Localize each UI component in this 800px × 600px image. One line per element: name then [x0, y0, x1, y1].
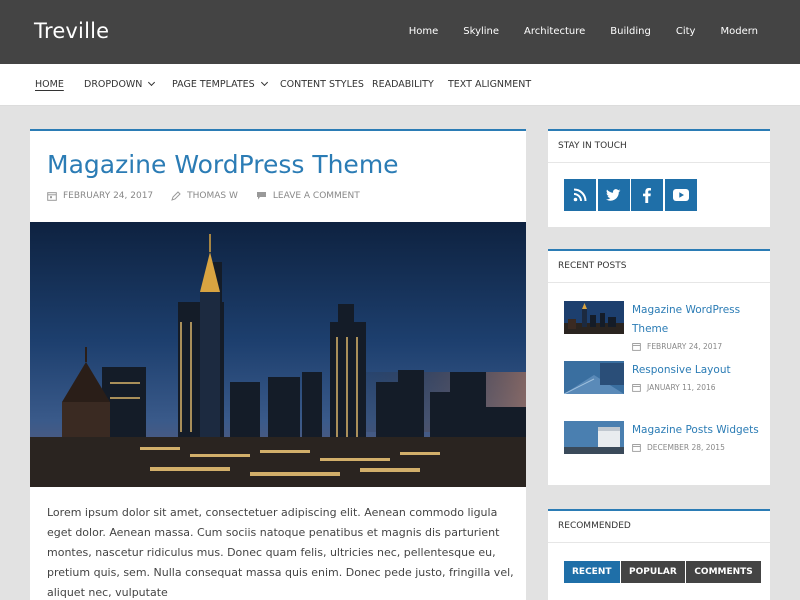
recent-post-thumbnail[interactable]	[564, 301, 624, 334]
widget-recent-posts: RECENT POSTS Magazine WordPress Theme FE…	[548, 249, 770, 485]
recent-post-date: DECEMBER 28, 2015	[632, 443, 762, 452]
recent-post-date: JANUARY 11, 2016	[632, 383, 762, 392]
site-title[interactable]: Treville	[34, 19, 109, 43]
main-nav-home-label: HOME	[35, 79, 64, 90]
calendar-icon	[632, 343, 641, 351]
post-date-text: FEBRUARY 24, 2017	[63, 191, 154, 201]
main-nav-readability[interactable]: READABILITY	[372, 79, 434, 90]
post-featured-image[interactable]	[30, 222, 526, 487]
site-header: Treville Home Skyline Architecture Build…	[0, 0, 800, 64]
recent-post-title[interactable]: Magazine Posts Widgets	[632, 421, 762, 440]
main-nav-text-alignment[interactable]: TEXT ALIGNMENT	[448, 79, 531, 90]
widget-title: RECENT POSTS	[548, 251, 770, 283]
post-author[interactable]: THOMAS W	[171, 191, 238, 201]
top-nav-skyline[interactable]: Skyline	[463, 26, 499, 37]
widget-title: RECOMMENDED	[548, 511, 770, 543]
post-excerpt: Lorem ipsum dolor sit amet, consectetuer…	[47, 506, 514, 599]
recent-post-text: Responsive Layout JANUARY 11, 2016	[632, 361, 762, 394]
rss-icon[interactable]	[564, 179, 596, 211]
post-comments-text: LEAVE A COMMENT	[272, 191, 360, 201]
widget-recommended: RECOMMENDED RECENT POPULAR COMMENTS	[548, 509, 770, 600]
pencil-icon	[171, 191, 181, 201]
main-nav-home[interactable]: HOME	[35, 79, 64, 90]
recent-post-text: Magazine Posts Widgets DECEMBER 28, 2015	[632, 421, 762, 454]
facebook-icon[interactable]	[631, 179, 663, 211]
recent-post-date: FEBRUARY 24, 2017	[632, 342, 762, 351]
tab-recent[interactable]: RECENT	[564, 561, 620, 583]
calendar-icon	[47, 192, 57, 201]
main-nav-dropdown[interactable]: DROPDOWN	[84, 78, 156, 90]
chevron-down-icon	[260, 78, 268, 87]
top-nav-city[interactable]: City	[676, 26, 696, 37]
comment-icon	[256, 192, 266, 200]
post-author-text: THOMAS W	[187, 191, 238, 201]
twitter-icon[interactable]	[597, 179, 630, 211]
main-navigation: HOME DROPDOWN PAGE TEMPLATES CONTENT STY…	[0, 64, 800, 106]
recent-post-title[interactable]: Magazine WordPress Theme	[632, 301, 762, 339]
main-nav-page-templates-label: PAGE TEMPLATES	[172, 79, 255, 90]
recent-post-date-text: DECEMBER 28, 2015	[647, 443, 725, 452]
tab-comments[interactable]: COMMENTS	[686, 561, 761, 583]
youtube-icon[interactable]	[664, 179, 697, 211]
top-nav-architecture[interactable]: Architecture	[524, 26, 585, 37]
widget-title: STAY IN TOUCH	[548, 131, 770, 163]
recent-post-item: Magazine Posts Widgets DECEMBER 28, 2015	[564, 421, 762, 454]
post-meta: FEBRUARY 24, 2017 THOMAS W LEAVE A COMME…	[47, 191, 378, 201]
main-nav-content-styles[interactable]: CONTENT STYLES	[280, 79, 364, 90]
recent-post-item: Magazine WordPress Theme FEBRUARY 24, 20…	[564, 301, 762, 351]
post-date[interactable]: FEBRUARY 24, 2017	[47, 191, 153, 201]
widget-stay-in-touch: STAY IN TOUCH	[548, 129, 770, 227]
main-nav-text-alignment-label: TEXT ALIGNMENT	[448, 79, 532, 90]
main-nav-readability-label: READABILITY	[372, 79, 434, 90]
recent-post-item: Responsive Layout JANUARY 11, 2016	[564, 361, 762, 394]
calendar-icon	[632, 444, 641, 452]
main-nav-dropdown-label: DROPDOWN	[84, 79, 143, 90]
recent-post-title[interactable]: Responsive Layout	[632, 361, 762, 380]
recent-post-date-text: JANUARY 11, 2016	[647, 383, 716, 392]
top-nav-modern[interactable]: Modern	[720, 26, 758, 37]
tab-popular[interactable]: POPULAR	[621, 561, 685, 583]
recent-post-date-text: FEBRUARY 24, 2017	[647, 342, 723, 351]
top-navigation: Home Skyline Architecture Building City …	[384, 26, 758, 37]
calendar-icon	[632, 384, 641, 392]
post-comments-link[interactable]: LEAVE A COMMENT	[256, 191, 360, 201]
chevron-down-icon	[148, 78, 156, 87]
post-article: Magazine WordPress Theme FEBRUARY 24, 20…	[30, 129, 526, 600]
post-title[interactable]: Magazine WordPress Theme	[47, 150, 399, 179]
main-nav-page-templates[interactable]: PAGE TEMPLATES	[172, 78, 268, 90]
top-nav-building[interactable]: Building	[610, 26, 651, 37]
recent-post-text: Magazine WordPress Theme FEBRUARY 24, 20…	[632, 301, 762, 351]
social-icons	[564, 179, 698, 211]
main-nav-content-styles-label: CONTENT STYLES	[280, 79, 364, 90]
top-nav-home[interactable]: Home	[409, 26, 439, 37]
recommended-tabs: RECENT POPULAR COMMENTS	[564, 561, 762, 583]
recent-post-thumbnail[interactable]	[564, 421, 624, 454]
recent-post-thumbnail[interactable]	[564, 361, 624, 394]
